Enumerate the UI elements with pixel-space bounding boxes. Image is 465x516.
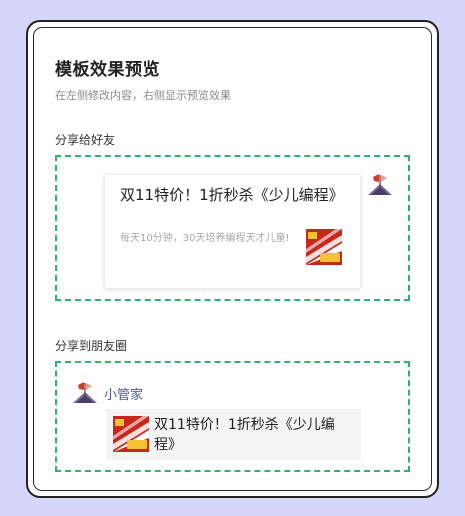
page-title: 模板效果预览 bbox=[55, 60, 160, 80]
moments-share-label: 分享到朋友圈 bbox=[55, 339, 128, 353]
page-subtitle: 在左侧修改内容，右侧显示预览效果 bbox=[55, 89, 231, 102]
promo-thumbnail-image bbox=[113, 416, 149, 452]
moments-link-title: 双11特价！1折秒杀《少儿编程》 bbox=[154, 417, 335, 453]
friend-share-label: 分享给好友 bbox=[55, 133, 116, 147]
share-card-description: 每天10分钟，30天培养编程天才儿童! bbox=[120, 233, 290, 244]
moments-username[interactable]: 小管家 bbox=[104, 384, 143, 403]
avatar-icon bbox=[72, 380, 98, 406]
promo-thumbnail-image bbox=[306, 229, 342, 265]
share-card-title: 双11特价！1折秒杀《少儿编程》 bbox=[120, 186, 344, 204]
avatar-icon bbox=[367, 172, 393, 198]
